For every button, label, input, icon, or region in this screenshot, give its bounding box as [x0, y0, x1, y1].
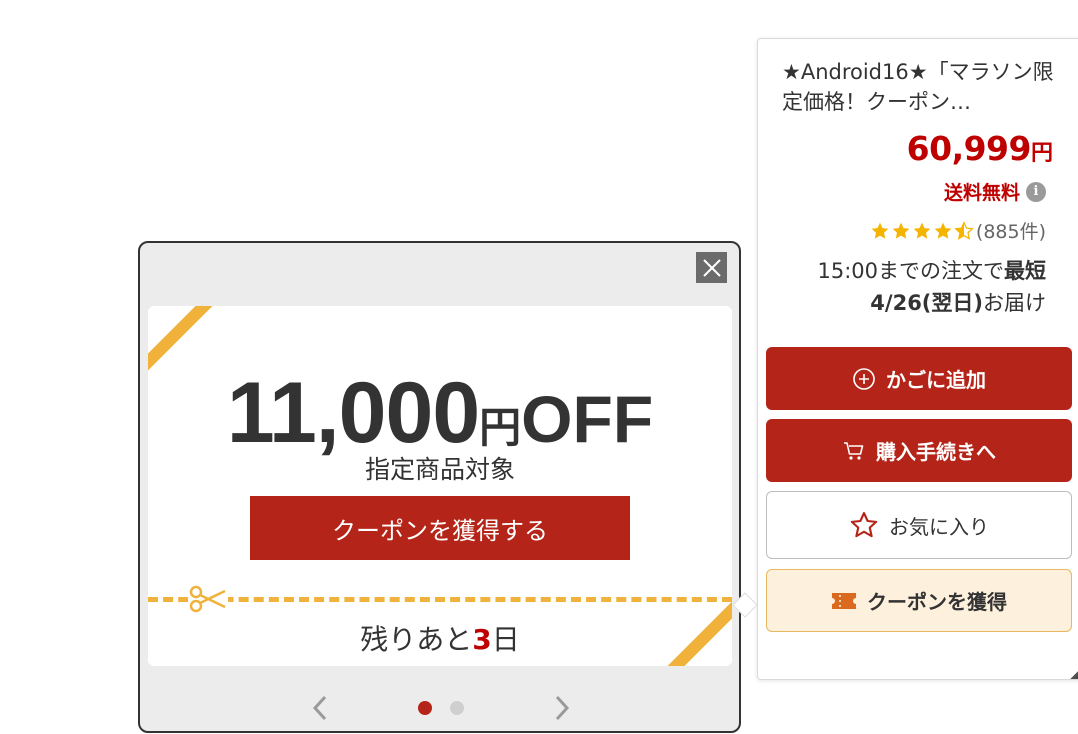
- coupon-target: 指定商品対象: [364, 455, 515, 484]
- remaining-suffix: 日: [491, 623, 520, 656]
- chevron-right-icon: [555, 695, 570, 721]
- info-icon[interactable]: i: [1026, 181, 1046, 202]
- discount-suffix: OFF: [521, 382, 654, 456]
- plus-circle-icon: [853, 367, 875, 390]
- free-shipping-label: 送料無料: [943, 182, 1020, 204]
- cut-line: [148, 597, 732, 602]
- star-full-icon: [871, 222, 889, 239]
- price-unit: 円: [1030, 141, 1053, 166]
- close-button[interactable]: [696, 252, 727, 283]
- checkout-label: 購入手続きへ: [876, 440, 996, 464]
- close-icon: [702, 258, 721, 277]
- remaining-prefix: 残りあと: [360, 623, 473, 656]
- discount-value: 11,000: [226, 365, 480, 461]
- add-to-cart-label: かごに追加: [886, 368, 986, 392]
- product-summary-panel: ★Android16★「マラソン限定価格！クーポン… 60,999円 送料無料 …: [757, 38, 1078, 680]
- product-title[interactable]: ★Android16★「マラソン限定価格！クーポン…: [782, 57, 1062, 117]
- add-to-cart-button[interactable]: かごに追加: [766, 347, 1072, 410]
- remaining-days: 残りあと3日: [148, 618, 732, 658]
- coupon-card: 11,000円OFF 指定商品対象 クーポンを獲得する 残りあと3日: [148, 306, 732, 666]
- star-half-icon: [954, 220, 974, 240]
- favorite-label: お気に入り: [889, 514, 989, 539]
- carousel-dot-2[interactable]: [450, 701, 464, 715]
- carousel-dot-1[interactable]: [418, 701, 432, 715]
- rating-row[interactable]: (885件): [870, 217, 1046, 244]
- price: 60,999円: [907, 129, 1053, 168]
- checkout-button[interactable]: 購入手続きへ: [766, 419, 1072, 482]
- delivery-prefix: 15:00までの注文で: [817, 259, 1004, 283]
- star-full-icon: [913, 222, 931, 239]
- delivery-suffix: お届け: [983, 291, 1046, 315]
- scissors-icon: [188, 582, 228, 616]
- delivery-info: 15:00までの注文で最短4/26(翌日)お届け: [776, 255, 1046, 319]
- next-button[interactable]: [550, 693, 574, 723]
- discount-amount: 11,000円OFF: [148, 364, 732, 463]
- acquire-coupon-button[interactable]: クーポンを獲得する: [250, 496, 630, 560]
- popup-pointer: [732, 592, 758, 618]
- star-full-icon: [892, 222, 910, 239]
- cart-icon: [844, 441, 864, 460]
- coupon-popup: 11,000円OFF 指定商品対象 クーポンを獲得する 残りあと3日: [138, 241, 758, 733]
- rating-stars: [870, 220, 974, 241]
- prev-button[interactable]: [308, 693, 332, 723]
- remaining-days-value: 3: [472, 623, 492, 656]
- chevron-left-icon: [312, 695, 327, 721]
- discount-unit: 円: [479, 404, 522, 451]
- favorite-button[interactable]: お気に入り: [766, 491, 1072, 559]
- ticket-icon: [832, 592, 856, 609]
- star-outline-icon: [850, 512, 878, 538]
- get-coupon-button[interactable]: クーポンを獲得: [766, 569, 1072, 632]
- star-full-icon: [934, 222, 952, 239]
- get-coupon-label: クーポンを獲得: [867, 590, 1007, 614]
- window-corner: [1068, 639, 1078, 679]
- price-value: 60,999: [906, 129, 1032, 168]
- shipping-row: 送料無料 i: [944, 178, 1046, 205]
- review-count[interactable]: (885件): [976, 217, 1046, 244]
